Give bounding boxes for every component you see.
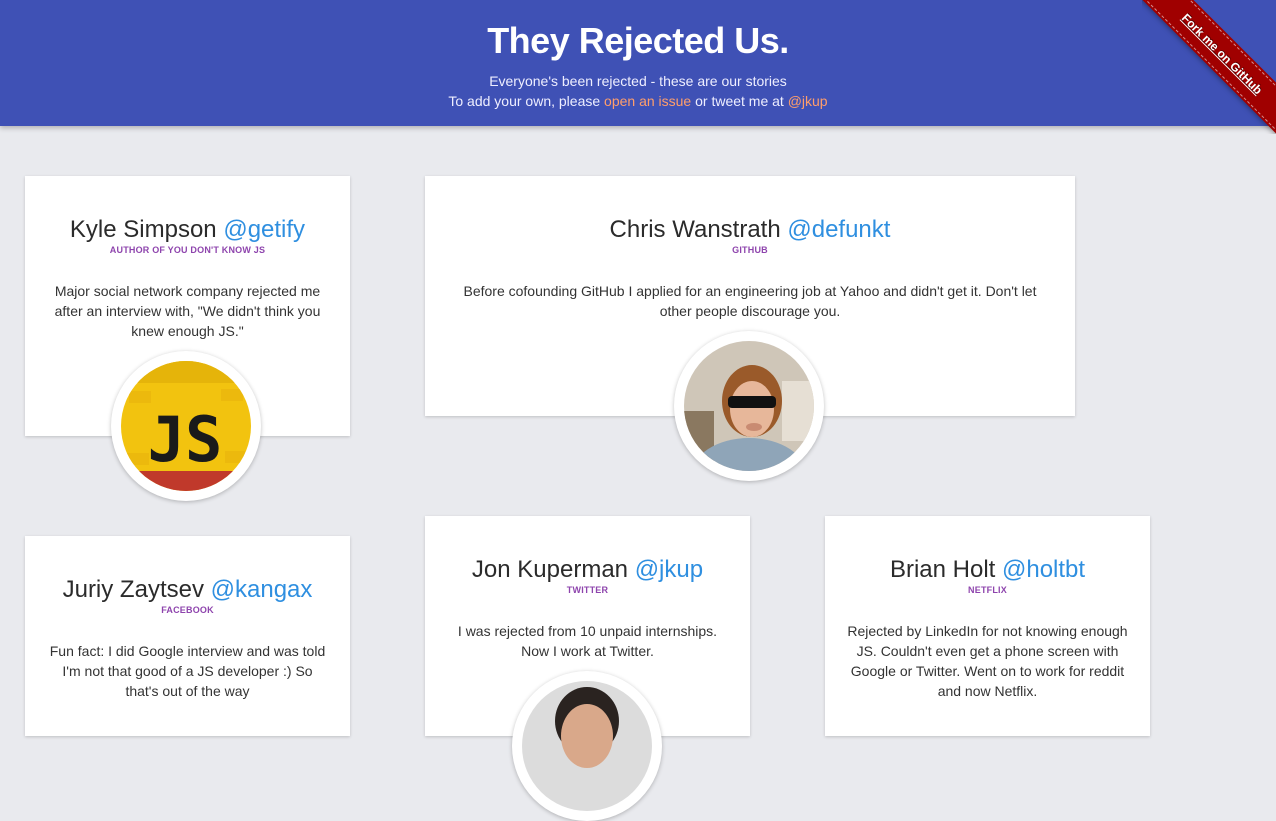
twitter-handle[interactable]: @kangax: [211, 576, 313, 603]
person-role: TWITTER: [566, 585, 609, 595]
story-card-brian-holt: Brian Holt @holtbt NETFLIX Rejected by L…: [825, 516, 1150, 736]
twitter-handle-link[interactable]: @jkup: [788, 93, 828, 109]
jon-kuperman-photo-icon: [522, 681, 652, 811]
add-prefix-text: To add your own, please: [448, 93, 605, 109]
twitter-handle[interactable]: @jkup: [635, 556, 703, 583]
rejection-story: I was rejected from 10 unpaid internship…: [457, 623, 718, 659]
card-name-line: Juriy Zaytsev @kangax: [25, 576, 350, 604]
person-name: Brian Holt: [889, 556, 996, 583]
story-card-juriy-zaytsev: Juriy Zaytsev @kangax FACEBOOK Fun fact:…: [25, 536, 350, 736]
fork-on-github-link[interactable]: Fork me on GitHub: [1142, 0, 1276, 134]
rejection-story: Fun fact: I did Google interview and was…: [49, 643, 326, 699]
header-add-line: To add your own, please open an issue or…: [0, 91, 1276, 111]
rejection-story: Before cofounding GitHub I applied for a…: [463, 283, 1037, 319]
add-middle-text: or tweet me at: [691, 93, 788, 109]
twitter-handle[interactable]: @holtbt: [1002, 556, 1085, 583]
person-name: Chris Wanstrath: [609, 216, 781, 243]
person-role: AUTHOR OF YOU DON'T KNOW JS: [109, 245, 266, 255]
header-subtitle-block: Everyone's been rejected - these are our…: [0, 71, 1276, 111]
person-name: Kyle Simpson: [69, 216, 217, 243]
card-name-line: Chris Wanstrath @defunkt: [425, 216, 1075, 244]
twitter-handle[interactable]: @getify: [223, 216, 305, 243]
avatar: JS: [111, 351, 261, 501]
card-name-line: Jon Kuperman @jkup: [425, 556, 750, 584]
avatar: [512, 671, 662, 821]
person-role: GITHUB: [732, 245, 768, 255]
github-ribbon[interactable]: Fork me on GitHub: [1142, 0, 1276, 134]
rejection-story: Major social network company rejected me…: [54, 283, 321, 339]
header-subtitle: Everyone's been rejected - these are our…: [489, 73, 787, 89]
avatar: [674, 331, 824, 481]
js-logo-avatar-icon: JS: [121, 361, 251, 491]
svg-text:JS: JS: [148, 403, 223, 476]
card-name-line: Brian Holt @holtbt: [825, 556, 1150, 584]
person-name: Jon Kuperman: [471, 556, 629, 583]
person-role: FACEBOOK: [161, 605, 214, 615]
open-issue-link[interactable]: open an issue: [604, 93, 691, 109]
person-role: NETFLIX: [968, 585, 1007, 595]
card-name-line: Kyle Simpson @getify: [25, 216, 350, 244]
chris-wanstrath-photo-icon: [684, 341, 814, 471]
page-title: They Rejected Us.: [487, 20, 789, 61]
twitter-handle[interactable]: @defunkt: [787, 216, 890, 243]
person-name: Juriy Zaytsev: [62, 576, 204, 603]
page-header: They Rejected Us. Everyone's been reject…: [0, 0, 1276, 126]
rejection-story: Rejected by LinkedIn for not knowing eno…: [847, 623, 1128, 699]
